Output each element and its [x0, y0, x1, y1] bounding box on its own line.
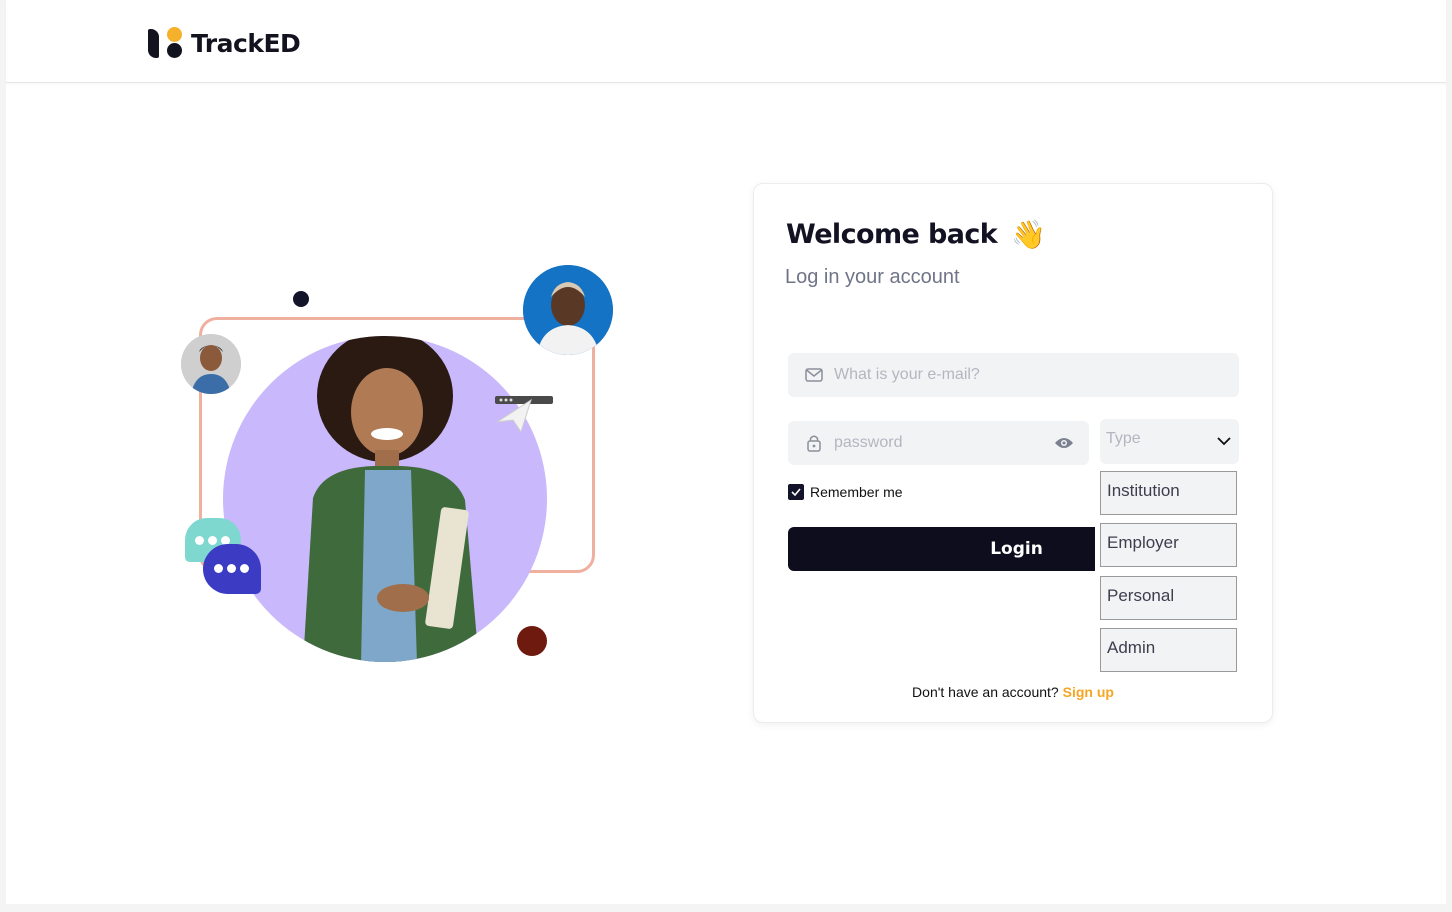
avatar-woman: [523, 265, 613, 355]
logo-text: TrackED: [191, 28, 301, 58]
email-input[interactable]: [834, 366, 1239, 384]
signup-link[interactable]: Sign up: [1063, 684, 1114, 700]
mail-icon: [804, 365, 824, 385]
check-icon: [791, 488, 801, 496]
decorative-dot: [293, 291, 309, 307]
wave-emoji-icon: 👋: [1011, 218, 1046, 251]
type-option-admin[interactable]: Admin: [1100, 628, 1237, 672]
remember-me[interactable]: Remember me: [788, 484, 903, 500]
chevron-down-icon: [1217, 433, 1231, 451]
email-field[interactable]: [788, 353, 1239, 397]
login-card: Welcome back 👋 Log in your account Type: [753, 183, 1273, 723]
signup-row: Don't have an account? Sign up: [754, 684, 1272, 700]
type-option-employer[interactable]: Employer: [1100, 523, 1237, 567]
subtitle: Log in your account: [785, 266, 960, 288]
paper-plane-icon: [495, 396, 553, 434]
page-frame: TrackED Welcome back 👋 Log in your accou…: [6, 0, 1446, 904]
lock-icon: [804, 433, 824, 453]
hero-illustration: [171, 258, 631, 678]
student-figure: [303, 336, 479, 662]
chat-bubble-icon: [203, 544, 261, 594]
top-bar: TrackED: [6, 0, 1446, 83]
login-button[interactable]: Login: [788, 527, 1095, 571]
decorative-dot: [517, 626, 547, 656]
remember-label: Remember me: [810, 484, 903, 500]
student-photo: [223, 336, 547, 662]
type-select-value: Type: [1106, 429, 1141, 447]
type-option-institution[interactable]: Institution: [1100, 471, 1237, 515]
type-option-personal[interactable]: Personal: [1100, 576, 1237, 620]
remember-checkbox[interactable]: [788, 484, 804, 500]
logo[interactable]: TrackED: [148, 27, 301, 59]
password-input[interactable]: [834, 434, 1053, 452]
avatar-man: [181, 334, 241, 394]
page-title: Welcome back 👋: [786, 218, 1046, 251]
type-select[interactable]: Type: [1100, 419, 1239, 464]
signup-prompt: Don't have an account?: [912, 684, 1059, 700]
eye-icon[interactable]: [1053, 432, 1075, 454]
password-field[interactable]: [788, 421, 1089, 465]
logo-mark-icon: [148, 27, 184, 59]
welcome-heading: Welcome back: [786, 219, 998, 250]
